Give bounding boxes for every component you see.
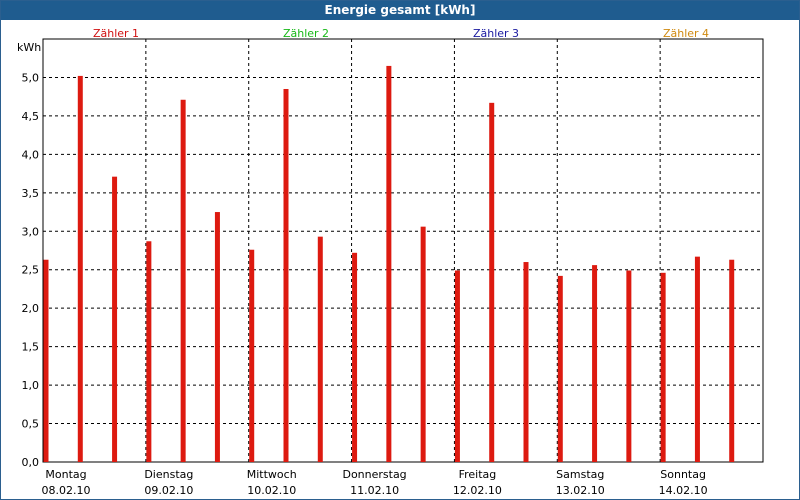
legend-item-1: Zähler 1 [93, 27, 139, 40]
y-tick-label: 1,0 [22, 379, 40, 392]
x-tick-day: Dienstag [144, 468, 193, 481]
bar [77, 75, 83, 462]
bar [283, 88, 289, 462]
x-tick-date: 11.02.10 [350, 484, 399, 497]
y-tick-label: 3,5 [22, 187, 40, 200]
x-tick-day: Freitag [459, 468, 497, 481]
x-tick-date: 13.02.10 [556, 484, 605, 497]
y-tick-label: 2,5 [22, 264, 40, 277]
bar [352, 252, 358, 462]
window-title: Energie gesamt [kWh] [1, 1, 799, 20]
bar [626, 270, 632, 462]
bar [317, 236, 323, 462]
energy-chart: Zähler 1 Zähler 2 Zähler 3 Zähler 4 kWh 0,0 0,… [17, 27, 764, 497]
legend-item-2: Zähler 2 [283, 27, 329, 40]
bar [420, 226, 426, 462]
x-tick-date: 10.02.10 [247, 484, 296, 497]
bar [249, 249, 255, 462]
legend-item-3: Zähler 3 [473, 27, 519, 40]
bar [112, 176, 118, 462]
bar [523, 262, 529, 462]
x-tick-day: Montag [45, 468, 86, 481]
y-tick-label: 0,5 [22, 418, 40, 431]
x-tick-day: Sonntag [660, 468, 706, 481]
bar [694, 256, 700, 462]
y-tick-label: 0,0 [22, 456, 40, 469]
x-tick-day: Samstag [556, 468, 604, 481]
y-tick-label: 4,0 [22, 148, 40, 161]
y-tick-label: 2,0 [22, 302, 40, 315]
bar [386, 65, 392, 462]
x-tick-day: Mittwoch [247, 468, 297, 481]
bar [729, 259, 735, 462]
y-tick-label: 1,5 [22, 341, 40, 354]
bar [557, 275, 563, 462]
x-tick-date: 14.02.10 [659, 484, 708, 497]
y-tick-label: 5,0 [22, 71, 40, 84]
x-tick-date: 12.02.10 [453, 484, 502, 497]
legend-item-4: Zähler 4 [663, 27, 709, 40]
bar [592, 265, 598, 462]
x-tick-day: Donnerstag [342, 468, 406, 481]
chart-window: Energie gesamt [kWh] Zähler 1 Zähler 2 Zäh… [0, 0, 800, 500]
bar [454, 270, 460, 462]
bar [43, 259, 49, 462]
x-tick-date: 08.02.10 [42, 484, 91, 497]
bar [214, 212, 220, 462]
bar [489, 102, 495, 463]
bar [146, 241, 152, 462]
bar [180, 99, 186, 462]
x-tick-date: 09.02.10 [144, 484, 193, 497]
y-axis-label: kWh [17, 41, 41, 54]
bar [660, 272, 666, 462]
y-tick-label: 4,5 [22, 110, 40, 123]
y-tick-label: 3,0 [22, 225, 40, 238]
